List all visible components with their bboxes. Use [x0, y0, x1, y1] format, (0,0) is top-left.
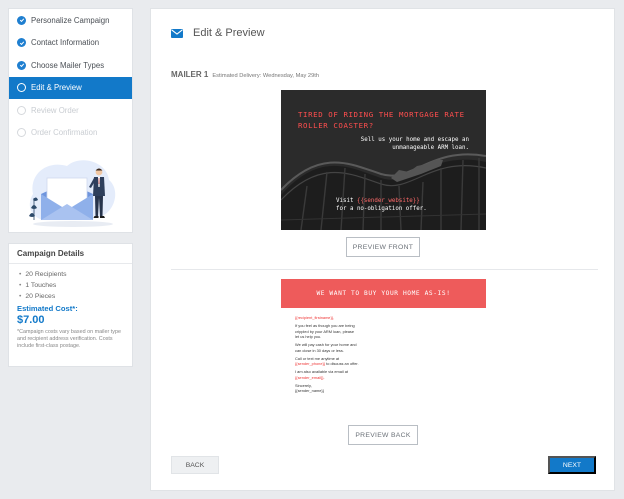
- steps-card: Personalize Campaign Contact Information…: [8, 8, 133, 233]
- back-button[interactable]: BACK: [171, 456, 219, 474]
- cost-note: *Campaign costs vary based on mailer typ…: [17, 329, 121, 350]
- edit-preview-panel: Edit & Preview MAILER 1 Estimated Delive…: [150, 8, 615, 491]
- headline-line: TIRED OF RIDING THE MORTGAGE RATE: [298, 110, 465, 119]
- campaign-details-title: Campaign Details: [9, 244, 132, 264]
- circle-icon: [17, 83, 26, 93]
- call-suffix: to discuss an offer.: [326, 361, 359, 367]
- subtext-line: Sell us your home and escape an: [360, 137, 469, 143]
- letter-paragraph: If you feel as though you are being crip…: [295, 322, 355, 340]
- call-text: Call or text me anytime at: [295, 355, 340, 361]
- step-label: Order Confirmation: [31, 128, 98, 138]
- visit-prefix: Visit: [336, 198, 354, 204]
- back-banner: WE WANT TO BUY YOUR HOME AS-IS!: [281, 279, 486, 308]
- step-choose-mailer-types[interactable]: Choose Mailer Types: [9, 54, 132, 77]
- visit-line: for a no-obligation offer.: [336, 206, 427, 213]
- list-item: 20 Pieces: [19, 291, 124, 302]
- preview-back-button[interactable]: PREVIEW BACK: [348, 425, 418, 445]
- letter-paragraph: We will pay cash for your home and can c…: [295, 342, 357, 353]
- circle-icon: [17, 128, 26, 138]
- front-visit-text: Visit {{sender_website}} for a no-obliga…: [336, 197, 427, 214]
- estimated-cost-value: $7.00: [17, 314, 45, 326]
- panel-header: Edit & Preview: [171, 27, 265, 39]
- step-label: Contact Information: [31, 38, 100, 48]
- recipient-token: {{recipient_firstname}},: [295, 315, 335, 320]
- sender-phone-token: {{sender_phone}}: [295, 361, 326, 367]
- step-label: Edit & Preview: [31, 83, 82, 93]
- headline-line: ROLLER COASTER?: [298, 121, 374, 130]
- step-order-confirmation: Order Confirmation: [9, 122, 132, 145]
- back-letter: {{recipient_firstname}}, If you feel as …: [281, 308, 486, 394]
- step-contact-information[interactable]: Contact Information: [9, 32, 132, 55]
- letter-paragraph: I am also available via email at {{sende…: [295, 369, 361, 380]
- preview-front-button[interactable]: PREVIEW FRONT: [346, 237, 420, 257]
- front-subtext: Sell us your home and escape an unmanage…: [361, 136, 469, 153]
- letter-paragraph: Call or text me anytime at {{sender_phon…: [295, 356, 365, 367]
- divider: [171, 269, 598, 270]
- mailer-heading: MAILER 1 Estimated Delivery: Wednesday, …: [171, 70, 319, 79]
- sender-website-token: {{sender_website}}: [356, 198, 420, 204]
- step-label: Review Order: [31, 105, 79, 115]
- step-edit-preview[interactable]: Edit & Preview: [9, 76, 132, 99]
- list-item: 20 Recipients: [19, 269, 124, 280]
- step-review-order: Review Order: [9, 99, 132, 122]
- front-headline: TIRED OF RIDING THE MORTGAGE RATE ROLLER…: [298, 109, 465, 131]
- list-item: 1 Touches: [19, 280, 124, 291]
- step-label: Personalize Campaign: [31, 15, 110, 25]
- sender-name-token: {{sender_name}}: [295, 388, 324, 394]
- check-circle-icon: [17, 60, 26, 70]
- check-circle-icon: [17, 38, 26, 48]
- postcard-back-preview: WE WANT TO BUY YOUR HOME AS-IS! {{recipi…: [281, 279, 486, 415]
- campaign-details-list: 20 Recipients 1 Touches 20 Pieces: [9, 264, 132, 302]
- campaign-details-card: Campaign Details 20 Recipients 1 Touches…: [8, 243, 133, 367]
- mail-illustration-icon: [29, 160, 116, 227]
- check-circle-icon: [17, 15, 26, 25]
- page-title: Edit & Preview: [193, 27, 265, 39]
- letter-closing: Sincerely, {{sender_name}}: [295, 383, 486, 394]
- subtext-line: unmanageable ARM loan.: [392, 145, 469, 152]
- circle-icon: [17, 105, 26, 115]
- step-personalize-campaign[interactable]: Personalize Campaign: [9, 9, 132, 32]
- postcard-front-preview: TIRED OF RIDING THE MORTGAGE RATE ROLLER…: [281, 90, 486, 230]
- step-label: Choose Mailer Types: [31, 60, 105, 70]
- sender-email-token: {{sender_email}}.: [295, 374, 325, 380]
- estimated-delivery: Estimated Delivery: Wednesday, May 29th: [212, 73, 319, 79]
- envelope-icon: [171, 28, 183, 38]
- next-button[interactable]: NEXT: [548, 456, 596, 474]
- closing-text: Sincerely,: [295, 382, 312, 388]
- estimated-cost-label: Estimated Cost*:: [17, 304, 78, 313]
- mailer-label: MAILER 1: [171, 70, 209, 79]
- email-text: I am also available via email at: [295, 369, 348, 375]
